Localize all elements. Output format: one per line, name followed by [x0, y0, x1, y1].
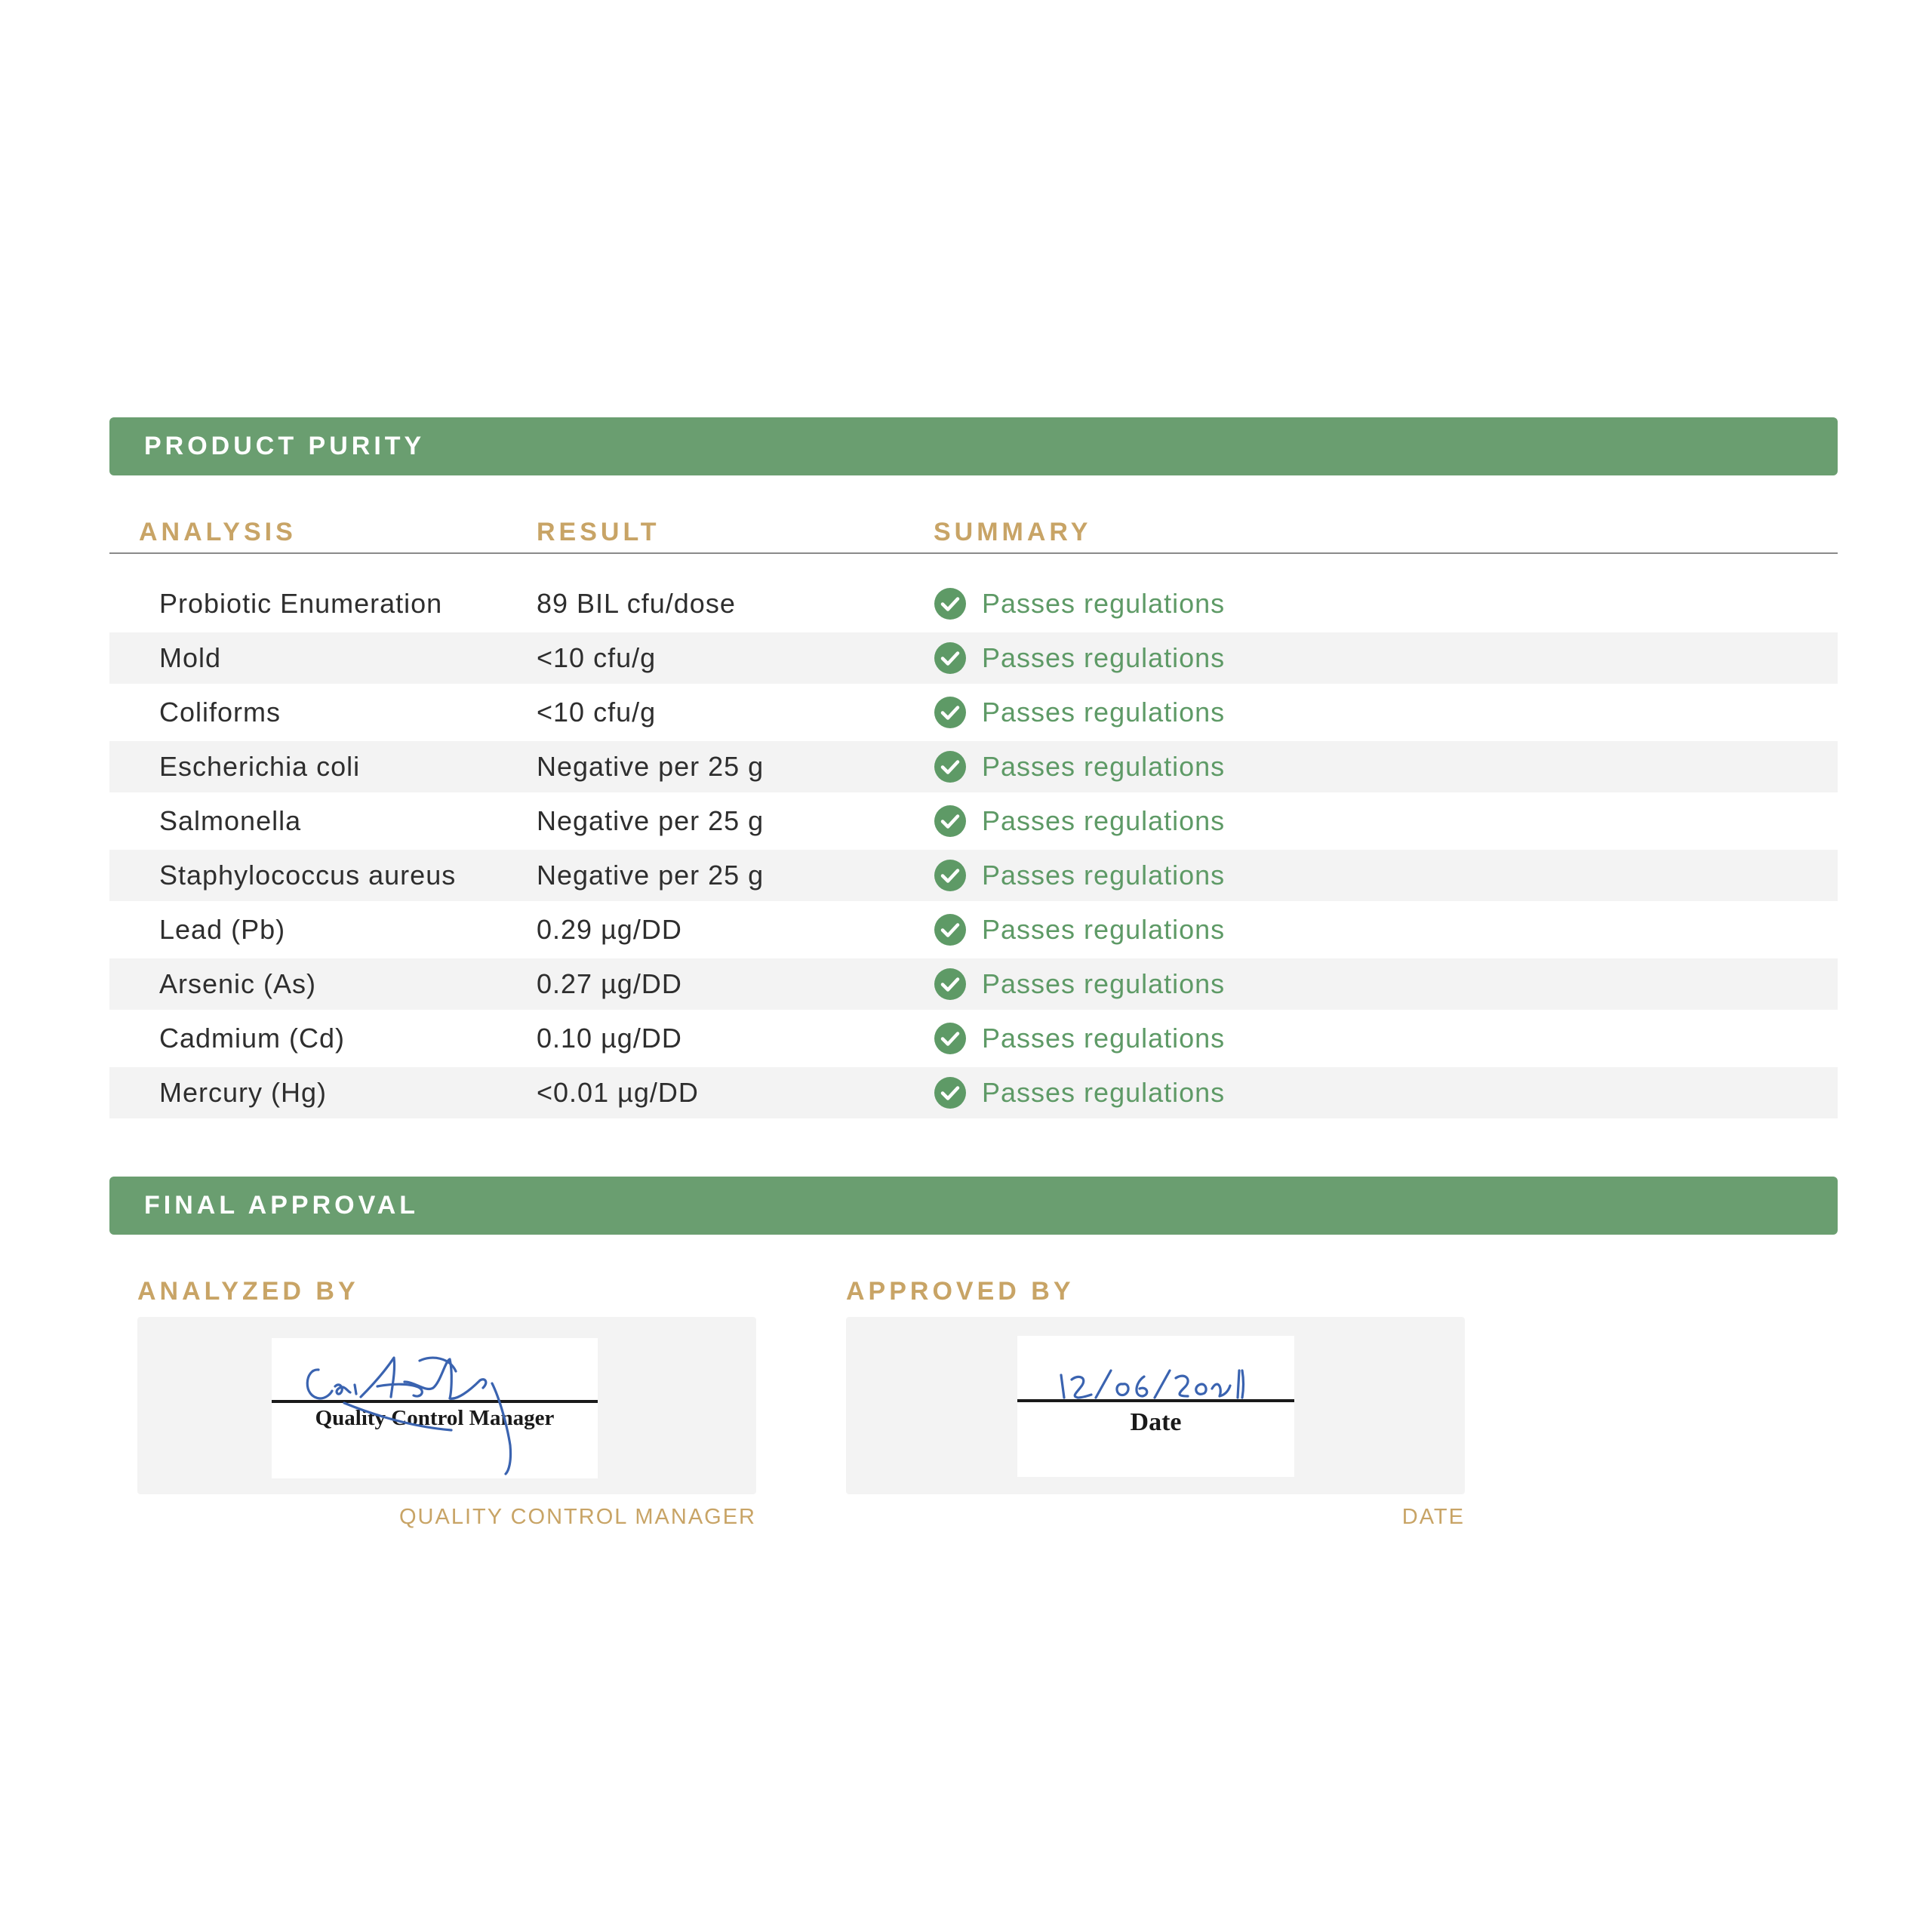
result-cell: <10 cfu/g	[537, 642, 657, 673]
summary-cell: Passes regulations	[934, 1013, 1225, 1064]
table-row: Arsenic (As) 0.27 µg/DD Passes regulations	[109, 958, 1838, 1010]
result-cell: 0.29 µg/DD	[537, 914, 682, 945]
summary-text: Passes regulations	[982, 1023, 1226, 1054]
handwritten-date-icon	[1060, 1369, 1245, 1399]
analysis-cell: Salmonella	[159, 805, 302, 836]
table-row: Probiotic Enumeration 89 BIL cfu/dose Pass…	[109, 578, 1838, 629]
summary-cell: Passes regulations	[934, 632, 1225, 684]
summary-cell: Passes regulations	[934, 578, 1225, 629]
summary-text: Passes regulations	[982, 751, 1226, 782]
analyzed-by-label: ANALYZED BY	[137, 1277, 359, 1306]
handwritten-signature-icon	[306, 1356, 512, 1475]
product-purity-header: PRODUCT PURITY	[109, 417, 1838, 475]
summary-cell: Passes regulations	[934, 795, 1225, 847]
analysis-cell: Lead (Pb)	[159, 914, 286, 945]
summary-text: Passes regulations	[982, 968, 1226, 999]
analysis-cell: Escherichia coli	[159, 751, 361, 782]
approved-by-date-image: Date	[1017, 1336, 1294, 1477]
approved-by-label: APPROVED BY	[846, 1277, 1075, 1306]
table-row: Escherichia coli Negative per 25 g Passes …	[109, 741, 1838, 792]
analyzed-by-caption: QUALITY CONTROL MANAGER	[398, 1505, 756, 1529]
table-row: Mercury (Hg) <0.01 µg/DD Passes regulation…	[109, 1067, 1838, 1118]
column-header-result: RESULT	[537, 518, 660, 546]
header-divider	[109, 552, 1838, 554]
result-cell: 0.27 µg/DD	[537, 968, 682, 999]
product-purity-title: PRODUCT PURITY	[144, 432, 426, 460]
summary-cell: Passes regulations	[934, 687, 1225, 738]
result-cell: <0.01 µg/DD	[537, 1077, 699, 1108]
summary-cell: Passes regulations	[934, 1067, 1225, 1118]
approved-by-signature-panel: Date	[846, 1317, 1465, 1494]
summary-cell: Passes regulations	[934, 958, 1225, 1010]
summary-cell: Passes regulations	[934, 741, 1225, 792]
result-cell: 0.10 µg/DD	[537, 1023, 682, 1054]
final-approval-title: FINAL APPROVAL	[144, 1191, 420, 1220]
column-header-summary: SUMMARY	[934, 518, 1092, 546]
result-cell: Negative per 25 g	[537, 860, 764, 891]
check-circle-icon	[934, 697, 966, 728]
check-circle-icon	[934, 805, 966, 837]
check-circle-icon	[934, 968, 966, 1000]
table-row: Lead (Pb) 0.29 µg/DD Passes regulations	[109, 904, 1838, 955]
table-row: Coliforms <10 cfu/g Passes regulations	[109, 687, 1838, 738]
check-circle-icon	[934, 642, 966, 674]
summary-text: Passes regulations	[982, 805, 1226, 836]
result-cell: <10 cfu/g	[537, 697, 657, 728]
column-header-analysis: ANALYSIS	[139, 518, 297, 546]
analysis-cell: Cadmium (Cd)	[159, 1023, 346, 1054]
analysis-cell: Staphylococcus aureus	[159, 860, 457, 891]
summary-text: Passes regulations	[982, 860, 1226, 891]
approved-by-caption: DATE	[1401, 1505, 1465, 1529]
result-cell: Negative per 25 g	[537, 751, 764, 782]
analysis-cell: Probiotic Enumeration	[159, 588, 443, 619]
summary-cell: Passes regulations	[934, 904, 1225, 955]
purity-table: Probiotic Enumeration 89 BIL cfu/dose Pass…	[109, 578, 1838, 1121]
check-circle-icon	[934, 588, 966, 620]
check-circle-icon	[934, 914, 966, 946]
analyzed-by-signature-panel: Quality Control Manager	[137, 1317, 756, 1494]
check-circle-icon	[934, 751, 966, 783]
analysis-cell: Coliforms	[159, 697, 281, 728]
table-row: Mold <10 cfu/g Passes regulations	[109, 632, 1838, 684]
summary-text: Passes regulations	[982, 588, 1226, 619]
summary-text: Passes regulations	[982, 1077, 1226, 1108]
check-circle-icon	[934, 1023, 966, 1054]
summary-text: Passes regulations	[982, 914, 1226, 945]
analysis-cell: Mercury (Hg)	[159, 1077, 328, 1108]
final-approval-header: FINAL APPROVAL	[109, 1177, 1838, 1235]
result-cell: 89 BIL cfu/dose	[537, 588, 736, 619]
check-circle-icon	[934, 860, 966, 891]
check-circle-icon	[934, 1077, 966, 1109]
analysis-cell: Mold	[159, 642, 222, 673]
table-row: Salmonella Negative per 25 g Passes regula…	[109, 795, 1838, 847]
table-row: Cadmium (Cd) 0.10 µg/DD Passes regulations	[109, 1013, 1838, 1064]
certificate-page: PRODUCT PURITY ANALYSIS RESULT SUMMARY P…	[0, 0, 1932, 1932]
table-row: Staphylococcus aureus Negative per 25 g Pa…	[109, 850, 1838, 901]
summary-text: Passes regulations	[982, 642, 1226, 673]
analysis-cell: Arsenic (As)	[159, 968, 317, 999]
summary-text: Passes regulations	[982, 697, 1226, 728]
analyzed-by-signature-image: Quality Control Manager	[272, 1338, 598, 1478]
summary-cell: Passes regulations	[934, 850, 1225, 901]
result-cell: Negative per 25 g	[537, 805, 764, 836]
